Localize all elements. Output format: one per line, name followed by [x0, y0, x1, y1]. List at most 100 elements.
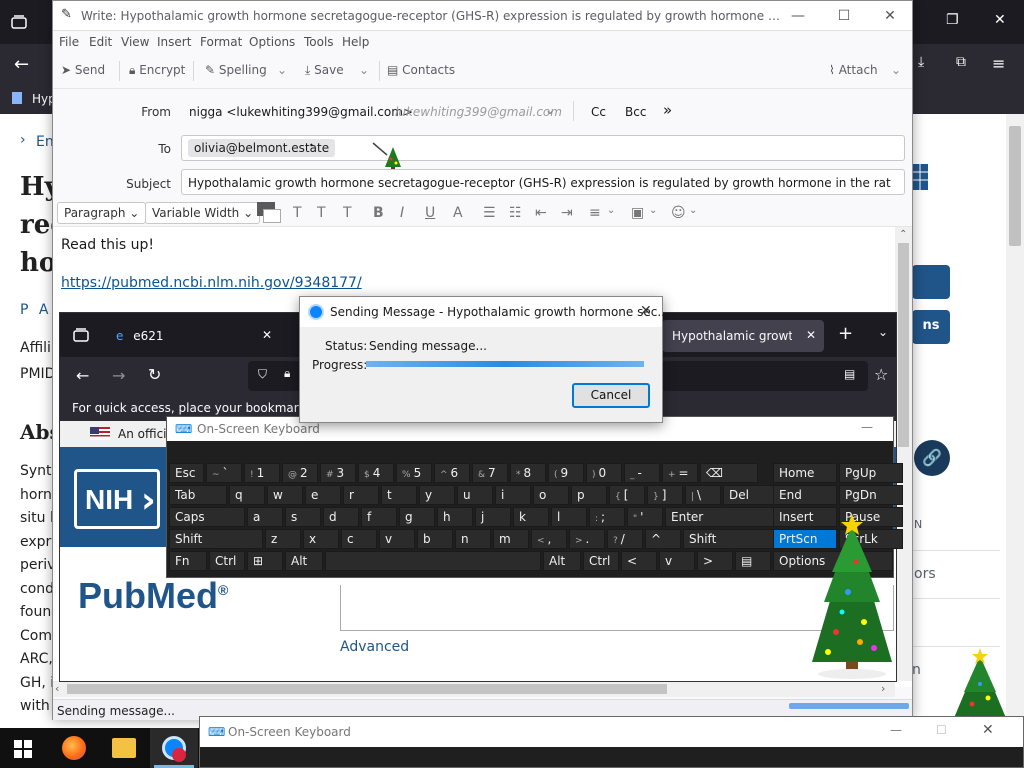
osk-key[interactable]: u — [457, 485, 493, 505]
paragraph-select[interactable]: Paragraph ⌄ — [57, 202, 147, 224]
windows-start-icon[interactable] — [14, 740, 32, 761]
osk-key[interactable]: n — [455, 529, 491, 549]
share-link-icon[interactable]: 🔗 — [914, 440, 950, 476]
osk-key[interactable]: a — [247, 507, 283, 527]
file-explorer-taskbar-icon[interactable] — [112, 738, 136, 758]
insert-image-icon[interactable]: ▣ — [631, 205, 644, 221]
osk-key[interactable]: Ctrl — [209, 551, 245, 571]
osk-key[interactable]: h — [437, 507, 473, 527]
insert-chevron-icon[interactable]: ⌄ — [649, 205, 657, 216]
compose-titlebar[interactable]: ✎ Write: Hypothalamic growth hormone sec… — [53, 1, 912, 31]
send-button[interactable]: ➤ Send — [61, 63, 105, 77]
cancel-button[interactable]: Cancel — [572, 383, 650, 408]
osk-key[interactable]: Alt — [285, 551, 323, 571]
indent-icon[interactable]: ⇥ — [561, 205, 573, 221]
osk-key[interactable]: Caps — [169, 507, 245, 527]
forward-arrow-icon[interactable]: → — [112, 366, 125, 385]
bullet-list-icon[interactable]: ☰ — [483, 205, 496, 221]
osk-key[interactable]: }] — [647, 485, 683, 505]
align-chevron-icon[interactable]: ⌄ — [607, 205, 615, 216]
osk-key[interactable]: f — [361, 507, 397, 527]
osk-key-end[interactable]: End — [773, 485, 837, 505]
dialog-titlebar[interactable]: Sending Message - Hypothalamic growth ho… — [300, 297, 669, 327]
osk-key[interactable]: s — [285, 507, 321, 527]
osk2-titlebar[interactable]: ⌨ On-Screen Keyboard — ☐ ✕ — [200, 717, 1023, 747]
osk-key-home[interactable]: Home — [773, 463, 837, 483]
body-scroll-thumb[interactable] — [898, 243, 909, 447]
osk2-minimize-icon[interactable]: — — [890, 723, 902, 737]
osk-key-pgup[interactable]: PgUp — [839, 463, 903, 483]
menu-format[interactable]: Format — [200, 35, 242, 49]
osk-key[interactable]: + = — [662, 463, 698, 483]
bcc-button[interactable]: Bcc — [625, 105, 646, 119]
osk-key[interactable]: Fn — [169, 551, 207, 571]
osk-key[interactable]: ? / — [607, 529, 643, 549]
tab-overview-icon[interactable] — [10, 13, 28, 34]
cc-button[interactable]: Cc — [591, 105, 606, 119]
body-horizontal-scrollbar[interactable]: ‹ › — [53, 681, 895, 697]
body-link[interactable]: https://pubmed.ncbi.nlm.nih.gov/9348177/ — [61, 275, 362, 291]
from-dropdown-chevron-icon[interactable]: ⌄ — [545, 103, 555, 117]
osk-key[interactable]: l — [551, 507, 587, 527]
advanced-search-link[interactable]: Advanced — [340, 639, 409, 655]
osk-key[interactable]: x — [303, 529, 339, 549]
underline-icon[interactable]: U — [425, 205, 435, 221]
osk-key[interactable]: ) 0 — [586, 463, 622, 483]
osk-key[interactable]: $4 — [358, 463, 394, 483]
osk-key[interactable]: z — [265, 529, 301, 549]
back-arrow-icon[interactable]: ← — [14, 54, 29, 75]
shield-icon[interactable]: ⛉ — [258, 367, 267, 382]
maximize-icon[interactable]: ☐ — [821, 3, 867, 29]
tab-close-icon[interactable]: ✕ — [806, 328, 816, 342]
osk-key[interactable]: >. — [569, 529, 605, 549]
outdent-icon[interactable]: ⇤ — [535, 205, 547, 221]
osk-key[interactable]: | \ — [685, 485, 721, 505]
subject-field[interactable]: Hypothalamic growth hormone secretagogue… — [181, 169, 905, 195]
osk-key[interactable]: v — [659, 551, 695, 571]
osk-key[interactable]: y — [419, 485, 455, 505]
tab-hypothalamic[interactable]: Hypothalamic growth h ✕ — [662, 320, 824, 352]
background-color-swatch[interactable] — [263, 209, 281, 223]
osk-key[interactable]: <, — [531, 529, 567, 549]
emoji-chevron-icon[interactable]: ⌄ — [689, 205, 697, 216]
authors[interactable]: P A — [20, 302, 51, 318]
minimize-icon[interactable]: — — [775, 3, 821, 29]
menu-hamburger-icon[interactable]: ≡ — [992, 54, 1005, 73]
reload-icon[interactable]: ↻ — [148, 365, 161, 384]
osk-key[interactable] — [325, 551, 541, 571]
reader-view-icon[interactable]: ▤ — [844, 367, 855, 381]
menu-help[interactable]: Help — [342, 35, 369, 49]
osk-key[interactable]: Alt — [543, 551, 581, 571]
osk-key[interactable]: w — [267, 485, 303, 505]
save-dropdown-chevron-icon[interactable]: ⌄ — [359, 63, 369, 77]
osk-key[interactable]: Enter — [665, 507, 783, 527]
bg-restore-icon[interactable]: ❐ — [946, 12, 959, 28]
from-field[interactable]: nigga <lukewhiting399@gmail.com> — [189, 105, 413, 119]
osk-key[interactable]: > — [697, 551, 733, 571]
osk-key[interactable]: Shift — [169, 529, 263, 549]
scroll-up-arrow-icon[interactable]: ⌃ — [899, 229, 907, 240]
bold-icon[interactable]: B — [373, 205, 384, 221]
osk-key[interactable]: {[ — [609, 485, 645, 505]
extensions-icon[interactable]: ⧉ — [956, 54, 966, 70]
font-size-larger-icon[interactable]: T — [343, 205, 352, 221]
osk-key[interactable]: o — [533, 485, 569, 505]
osk-key[interactable]: :; — [589, 507, 625, 527]
osk-key[interactable]: #3 — [320, 463, 356, 483]
menu-view[interactable]: View — [121, 35, 149, 49]
spelling-dropdown-chevron-icon[interactable]: ⌄ — [277, 63, 287, 77]
nih-logo-icon[interactable]: NIH › — [74, 469, 160, 529]
osk-key[interactable]: b — [417, 529, 453, 549]
osk-key[interactable]: m — [493, 529, 529, 549]
font-size-smaller-icon[interactable]: T — [293, 205, 302, 221]
new-tab-icon[interactable]: + — [838, 323, 853, 344]
save-button[interactable]: ⤓ Save — [305, 63, 344, 78]
osk-key[interactable]: g — [399, 507, 435, 527]
scroll-right-arrow-icon[interactable]: › — [881, 682, 885, 695]
encrypt-button[interactable]: 🔒︎ Encrypt — [129, 63, 185, 78]
osk-key[interactable]: e — [305, 485, 341, 505]
osk-key[interactable]: ! 1 — [244, 463, 280, 483]
osk-key[interactable]: " ' — [627, 507, 663, 527]
scroll-left-arrow-icon[interactable]: ‹ — [55, 682, 59, 695]
close-icon[interactable]: ✕ — [867, 3, 913, 29]
